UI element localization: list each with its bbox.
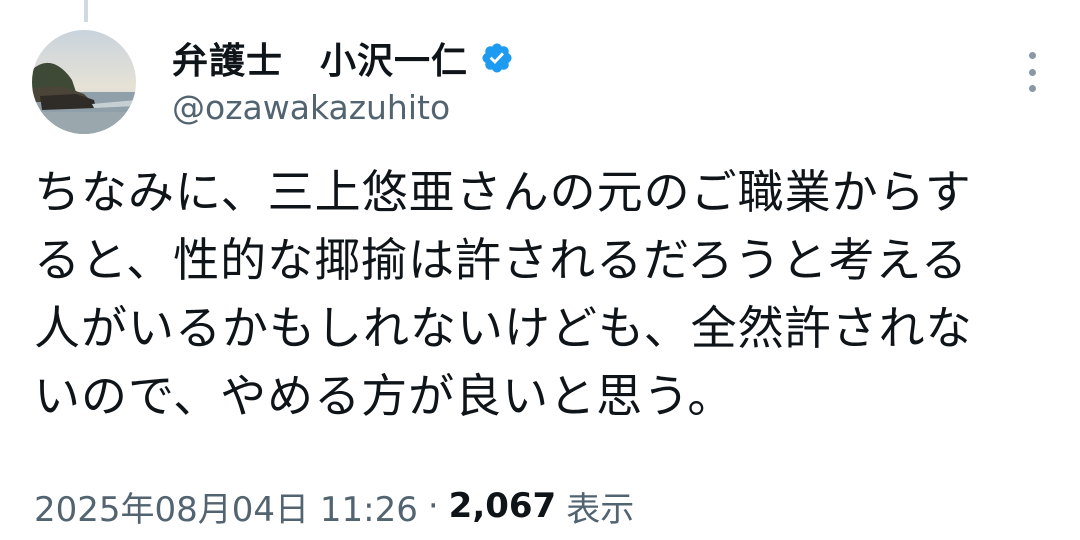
menu-dot <box>1028 85 1036 92</box>
menu-dot <box>1028 52 1036 59</box>
author-name-row: 弁護士 小沢一仁 <box>172 30 514 86</box>
timestamp[interactable]: 2025年08月04日 11:26 <box>34 482 418 531</box>
menu-dot <box>1028 68 1036 76</box>
avatar[interactable] <box>32 30 136 134</box>
display-name[interactable]: 弁護士 小沢一仁 <box>172 32 468 84</box>
tweet-text: ちなみに、三上悠亜さんの元のご職業からす ると、性的な揶揄は許されるだろうと考え… <box>34 165 973 423</box>
author-handle[interactable]: @ozawakazuhito <box>172 86 450 130</box>
thread-connector-line <box>84 0 88 22</box>
tweet-meta: 2025年08月04日 11:26 · 2,067 表示 <box>34 482 634 530</box>
views-label: 表示 <box>566 489 635 530</box>
verified-badge-icon <box>482 43 512 73</box>
more-vertical-icon[interactable] <box>1022 52 1042 92</box>
meta-separator: · <box>427 486 439 526</box>
views-count: 2,067 <box>448 486 557 526</box>
avatar-image <box>32 30 136 134</box>
